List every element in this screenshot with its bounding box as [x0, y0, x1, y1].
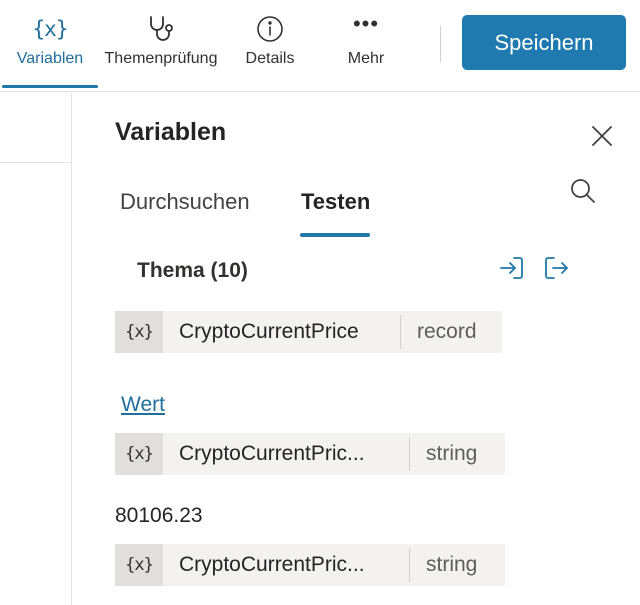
active-tab-indicator: [300, 233, 370, 237]
variable-name: CryptoCurrentPric...: [179, 553, 365, 576]
info-icon: [230, 14, 310, 44]
save-button[interactable]: Speichern: [462, 15, 626, 70]
variable-icon: {x}: [115, 544, 163, 586]
variable-type: string: [426, 442, 478, 465]
value-link[interactable]: Wert: [121, 393, 165, 417]
close-icon: [592, 126, 612, 146]
variable-icon: {x}: [115, 311, 163, 353]
search-icon: [571, 179, 595, 203]
variable-name: CryptoCurrentPric...: [179, 442, 365, 465]
tab-test[interactable]: Testen: [301, 189, 370, 215]
variable-type: record: [417, 320, 477, 343]
toolbar-item-details[interactable]: Details: [230, 0, 310, 90]
import-icon: [500, 257, 523, 279]
toolbar-item-label: Mehr: [347, 50, 385, 67]
canvas-divider: [0, 162, 72, 163]
toolbar-item-label: Themenprüfung: [104, 50, 218, 67]
variable-chip[interactable]: {x} CryptoCurrentPric... string: [115, 544, 505, 586]
variable-chip[interactable]: {x} CryptoCurrentPric... string: [115, 433, 505, 475]
export-icon: [545, 257, 568, 279]
top-toolbar: {x} Variablen Themenprüfung Details •••: [0, 0, 640, 92]
search-variables-button[interactable]: [567, 175, 599, 207]
variable-icon: {x}: [115, 433, 163, 475]
variable-type: string: [426, 553, 478, 576]
toolbar-item-variables[interactable]: {x} Variablen: [2, 0, 98, 90]
export-button[interactable]: [541, 253, 571, 283]
variables-icon: {x}: [32, 17, 69, 41]
more-icon: •••: [352, 11, 380, 36]
variable-name: CryptoCurrentPrice: [179, 320, 359, 343]
toolbar-item-more[interactable]: ••• Mehr: [326, 0, 406, 90]
toolbar-item-label: Variablen: [16, 50, 84, 67]
variables-panel: Variablen Durchsuchen Testen Thema (10): [73, 93, 640, 605]
section-title-topic: Thema (10): [137, 259, 248, 282]
stethoscope-icon: [100, 14, 222, 44]
toolbar-divider: [440, 26, 441, 62]
toolbar-item-topic-check[interactable]: Themenprüfung: [100, 0, 222, 90]
import-button[interactable]: [497, 253, 527, 283]
toolbar-item-label: Details: [245, 50, 295, 67]
authoring-canvas: [0, 93, 72, 605]
variable-chip[interactable]: {x} CryptoCurrentPrice record: [115, 311, 502, 353]
variable-value: 80106.23: [115, 504, 203, 527]
panel-title: Variablen: [115, 118, 227, 146]
close-panel-button[interactable]: [587, 121, 617, 151]
tab-browse[interactable]: Durchsuchen: [120, 189, 250, 215]
